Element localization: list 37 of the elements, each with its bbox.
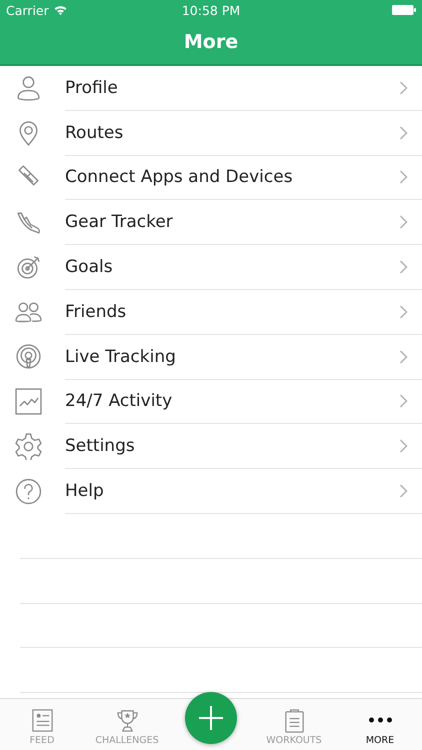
chevron-icon [399,304,408,319]
more-icon [368,717,392,723]
chevron-icon [399,350,408,364]
chevron-icon [399,394,408,408]
menu-item[interactable]: Routes [65,122,399,143]
target-icon [15,254,42,282]
menu-item[interactable]: 24/7 Activity [65,391,399,412]
menu-item[interactable]: Live Tracking [65,346,399,367]
chevron-icon [399,126,408,140]
tab-item[interactable]: MORE [338,699,422,750]
chevron-icon [399,170,408,184]
status-time: 10:58 PM [182,2,240,18]
feed-icon [30,708,54,733]
wifi-icon [54,5,67,15]
menu-item[interactable]: Settings [65,436,399,456]
broadcast-icon [15,344,42,371]
chevron-icon [399,484,408,498]
carrier-label: Carrier [6,2,49,18]
menu-item[interactable]: Friends [65,302,399,322]
chevron-icon [399,80,408,95]
menu-item[interactable]: Goals [65,257,399,278]
settings-icon [15,433,42,460]
trophy-icon [114,708,140,733]
battery-icon [392,5,416,15]
person-icon [15,74,42,102]
menu-item[interactable]: Gear Tracker [65,212,399,232]
chevron-icon [399,439,408,454]
page-title: More [184,31,238,53]
add-button[interactable] [185,692,237,744]
chevron-icon [399,260,408,274]
chart-icon [15,388,42,416]
help-icon [15,478,42,506]
plus-icon [198,705,224,731]
menu-item[interactable]: Profile [65,78,399,98]
menu-item[interactable]: Help [65,481,399,502]
menu-item[interactable]: Connect Apps and Devices [65,167,399,188]
chevron-icon [399,215,408,230]
